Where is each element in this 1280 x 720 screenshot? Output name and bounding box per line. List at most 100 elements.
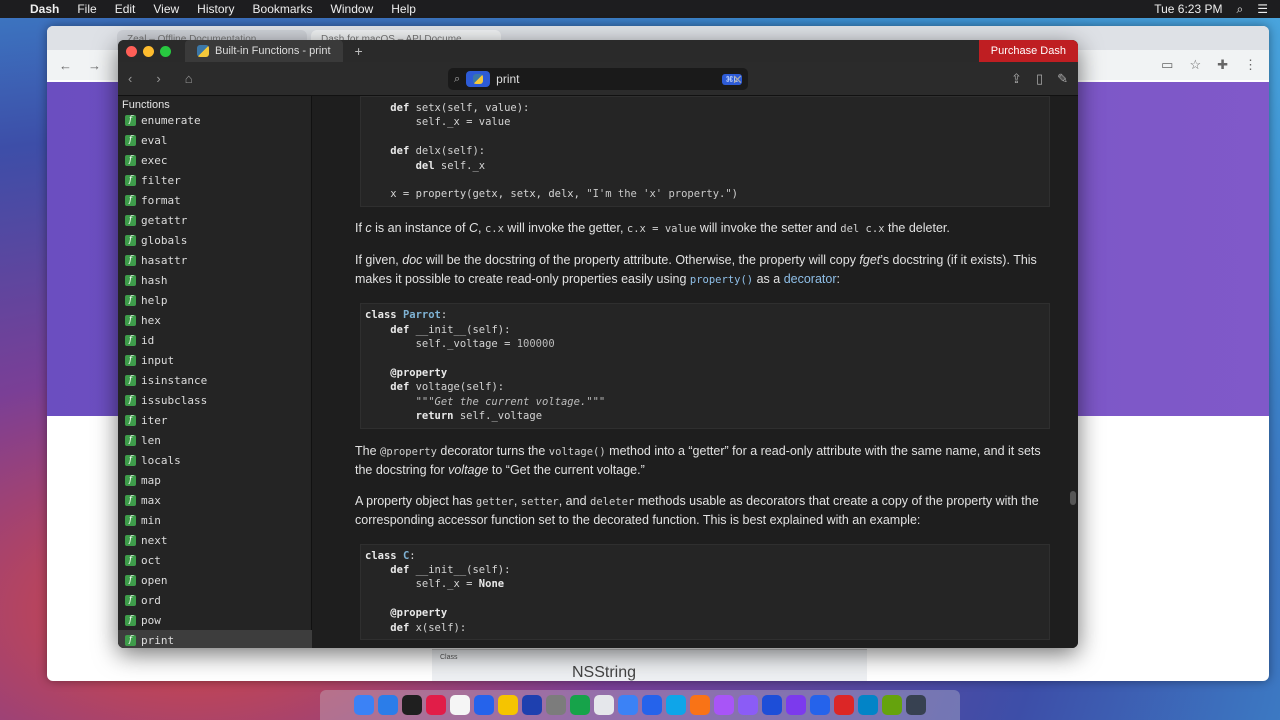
sidebar-item-map[interactable]: f map bbox=[118, 470, 312, 490]
search-input[interactable] bbox=[496, 72, 716, 86]
doc-tab[interactable]: Built-in Functions - print bbox=[185, 40, 343, 62]
function-icon: f bbox=[125, 174, 136, 186]
sidebar-item-exec[interactable]: f exec bbox=[118, 150, 312, 170]
content-scrollbar[interactable] bbox=[1070, 491, 1076, 505]
dock-app-icon[interactable] bbox=[738, 695, 758, 715]
sidebar-item-hex[interactable]: f hex bbox=[118, 310, 312, 330]
sidebar-item-pow[interactable]: f pow bbox=[118, 610, 312, 630]
sidebar-item-label: help bbox=[141, 293, 168, 307]
sidebar-item-next[interactable]: f next bbox=[118, 530, 312, 550]
menu-history[interactable]: History bbox=[197, 2, 234, 16]
sidebar-item-min[interactable]: f min bbox=[118, 510, 312, 530]
home-icon[interactable]: ⌂ bbox=[185, 71, 193, 86]
dock-app-icon[interactable] bbox=[402, 695, 422, 715]
clock[interactable]: Tue 6:23 PM bbox=[1154, 2, 1222, 16]
sidebar-item-open[interactable]: f open bbox=[118, 570, 312, 590]
share-icon[interactable]: ⇪ bbox=[1011, 71, 1022, 87]
back-arrow-icon[interactable]: ‹ bbox=[128, 71, 132, 86]
sidebar-item-getattr[interactable]: f getattr bbox=[118, 210, 312, 230]
dock-app-icon[interactable] bbox=[690, 695, 710, 715]
zoom-window-button[interactable] bbox=[160, 45, 171, 57]
function-icon: f bbox=[125, 394, 136, 406]
dock-app-icon[interactable] bbox=[498, 695, 518, 715]
sidebar-item-ord[interactable]: f ord bbox=[118, 590, 312, 610]
extension-icon[interactable]: ▭ bbox=[1161, 57, 1173, 73]
dock-app-icon[interactable] bbox=[594, 695, 614, 715]
sidebar-item-isinstance[interactable]: f isinstance bbox=[118, 370, 312, 390]
minimize-window-button[interactable] bbox=[143, 45, 154, 57]
function-icon: f bbox=[125, 314, 136, 326]
sidebar-item-locals[interactable]: f locals bbox=[118, 450, 312, 470]
dock-app-icon[interactable] bbox=[378, 695, 398, 715]
close-window-button[interactable] bbox=[126, 45, 137, 57]
dock-app-icon[interactable] bbox=[834, 695, 854, 715]
search-field[interactable]: ⌕ ⌘L bbox=[448, 68, 748, 90]
sidebar-item-help[interactable]: f help bbox=[118, 290, 312, 310]
dock-app-icon[interactable] bbox=[906, 695, 926, 715]
dock-app-icon[interactable] bbox=[714, 695, 734, 715]
sidebar-item-label: oct bbox=[141, 553, 161, 567]
sidebar-item-max[interactable]: f max bbox=[118, 490, 312, 510]
clear-search-icon[interactable]: ✕ bbox=[732, 72, 743, 88]
sidebar-item-len[interactable]: f len bbox=[118, 430, 312, 450]
new-tab-plus-icon[interactable]: + bbox=[355, 43, 363, 59]
sidebar-item-hasattr[interactable]: f hasattr bbox=[118, 250, 312, 270]
menu-help[interactable]: Help bbox=[391, 2, 416, 16]
dock-app-icon[interactable] bbox=[762, 695, 782, 715]
dock-app-icon[interactable] bbox=[354, 695, 374, 715]
paragraph-getter-setter: If c is an instance of C, c.x will invok… bbox=[355, 220, 950, 235]
sidebar-item-input[interactable]: f input bbox=[118, 350, 312, 370]
sidebar-item-label: next bbox=[141, 533, 168, 547]
sidebar-item-format[interactable]: f format bbox=[118, 190, 312, 210]
sidebar-item-enumerate[interactable]: f enumerate bbox=[118, 110, 312, 130]
forward-icon[interactable]: → bbox=[88, 58, 101, 73]
dock-app-icon[interactable] bbox=[810, 695, 830, 715]
dock-app-icon[interactable] bbox=[642, 695, 662, 715]
decorator-link[interactable]: decorator bbox=[784, 272, 837, 286]
dock-app-icon[interactable] bbox=[570, 695, 590, 715]
menu-bookmarks[interactable]: Bookmarks bbox=[253, 2, 313, 16]
menu-file[interactable]: File bbox=[77, 2, 96, 16]
bookmarks-icon[interactable]: ▯ bbox=[1036, 71, 1043, 87]
dock-app-icon[interactable] bbox=[618, 695, 638, 715]
purchase-dash-button[interactable]: Purchase Dash bbox=[978, 40, 1078, 62]
annotate-icon[interactable]: ✎ bbox=[1057, 71, 1068, 87]
dock-app-icon[interactable] bbox=[786, 695, 806, 715]
sidebar-item-label: getattr bbox=[141, 213, 188, 227]
preview-card: Class NSString bbox=[432, 649, 867, 681]
sidebar-item-globals[interactable]: f globals bbox=[118, 230, 312, 250]
dock-app-icon[interactable] bbox=[666, 695, 686, 715]
menu-view[interactable]: View bbox=[153, 2, 179, 16]
function-icon: f bbox=[125, 494, 136, 506]
sidebar-item-print[interactable]: f print bbox=[118, 630, 312, 648]
dock-app-icon[interactable] bbox=[858, 695, 878, 715]
sidebar-item-filter[interactable]: f filter bbox=[118, 170, 312, 190]
sidebar-item-label: open bbox=[141, 573, 168, 587]
dock-app-icon[interactable] bbox=[474, 695, 494, 715]
search-icon[interactable]: ⌕ bbox=[1237, 2, 1244, 17]
window-controls bbox=[126, 45, 171, 57]
forward-arrow-icon[interactable]: › bbox=[156, 71, 160, 86]
star-icon[interactable]: ☆ bbox=[1189, 57, 1201, 73]
code-block-property-example: def setx(self, value): self._x = value d… bbox=[360, 96, 1050, 207]
sidebar-item-hash[interactable]: f hash bbox=[118, 270, 312, 290]
sidebar-item-iter[interactable]: f iter bbox=[118, 410, 312, 430]
dock-app-icon[interactable] bbox=[882, 695, 902, 715]
sidebar-item-issubclass[interactable]: f issubclass bbox=[118, 390, 312, 410]
puzzle-icon[interactable]: ✚ bbox=[1217, 57, 1228, 73]
menu-icon[interactable]: ⋮ bbox=[1244, 57, 1257, 73]
sidebar-item-id[interactable]: f id bbox=[118, 330, 312, 350]
back-icon[interactable]: ← bbox=[59, 58, 72, 73]
sidebar-item-eval[interactable]: f eval bbox=[118, 130, 312, 150]
dock-app-icon[interactable] bbox=[522, 695, 542, 715]
menu-edit[interactable]: Edit bbox=[115, 2, 136, 16]
sidebar-item-oct[interactable]: f oct bbox=[118, 550, 312, 570]
dock-app-icon[interactable] bbox=[546, 695, 566, 715]
dock-app-icon[interactable] bbox=[426, 695, 446, 715]
docset-filter-badge[interactable] bbox=[466, 71, 491, 87]
menu-window[interactable]: Window bbox=[331, 2, 374, 16]
menu-app-name[interactable]: Dash bbox=[30, 2, 59, 16]
control-center-icon[interactable]: ☰ bbox=[1257, 2, 1268, 16]
dock-app-icon[interactable] bbox=[450, 695, 470, 715]
function-icon: f bbox=[125, 614, 136, 626]
